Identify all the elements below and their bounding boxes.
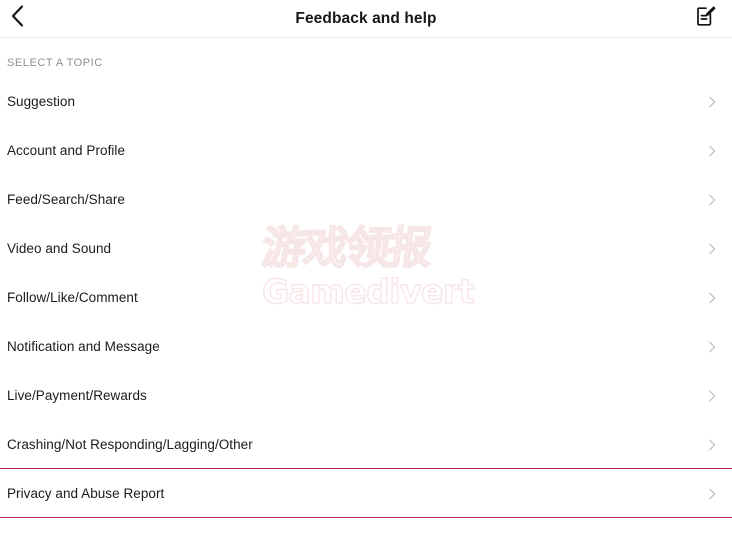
list-item[interactable]: Live/Payment/Rewards xyxy=(0,371,732,420)
chevron-right-icon xyxy=(705,340,719,354)
list-item[interactable]: Suggestion xyxy=(0,77,732,126)
topic-label: Video and Sound xyxy=(7,241,112,256)
topic-label: Privacy and Abuse Report xyxy=(7,486,165,501)
compose-feedback-button[interactable] xyxy=(692,5,720,33)
feedback-and-help-screen: Feedback and help 游戏领报 Gamedivert SELECT… xyxy=(0,0,732,541)
compose-edit-icon xyxy=(696,5,716,32)
list-item[interactable]: Crashing/Not Responding/Lagging/Other xyxy=(0,420,732,469)
page-title: Feedback and help xyxy=(295,10,437,27)
chevron-right-icon xyxy=(705,144,719,158)
chevron-right-icon xyxy=(705,291,719,305)
section-label-select-a-topic: SELECT A TOPIC xyxy=(7,57,103,69)
list-item[interactable]: Video and Sound xyxy=(0,224,732,273)
back-button[interactable] xyxy=(10,4,40,34)
chevron-right-icon xyxy=(705,487,719,501)
list-item[interactable]: Follow/Like/Comment xyxy=(0,273,732,322)
chevron-right-icon xyxy=(705,193,719,207)
chevron-left-icon xyxy=(10,4,25,33)
list-item[interactable]: Privacy and Abuse Report xyxy=(0,469,732,518)
topic-label: Live/Payment/Rewards xyxy=(7,388,147,403)
app-header: Feedback and help xyxy=(0,0,732,38)
list-item[interactable]: Feed/Search/Share xyxy=(0,175,732,224)
list-item[interactable]: Notification and Message xyxy=(0,322,732,371)
chevron-right-icon xyxy=(705,95,719,109)
topic-label: Follow/Like/Comment xyxy=(7,290,138,305)
list-item[interactable]: Account and Profile xyxy=(0,126,732,175)
topic-label: Crashing/Not Responding/Lagging/Other xyxy=(7,437,253,452)
chevron-right-icon xyxy=(705,389,719,403)
chevron-right-icon xyxy=(705,438,719,452)
topic-label: Account and Profile xyxy=(7,143,126,158)
topic-label: Feed/Search/Share xyxy=(7,192,125,207)
topic-list: Suggestion Account and Profile Feed/Sear… xyxy=(0,77,732,518)
chevron-right-icon xyxy=(705,242,719,256)
topic-label: Notification and Message xyxy=(7,339,160,354)
topic-label: Suggestion xyxy=(7,94,76,109)
